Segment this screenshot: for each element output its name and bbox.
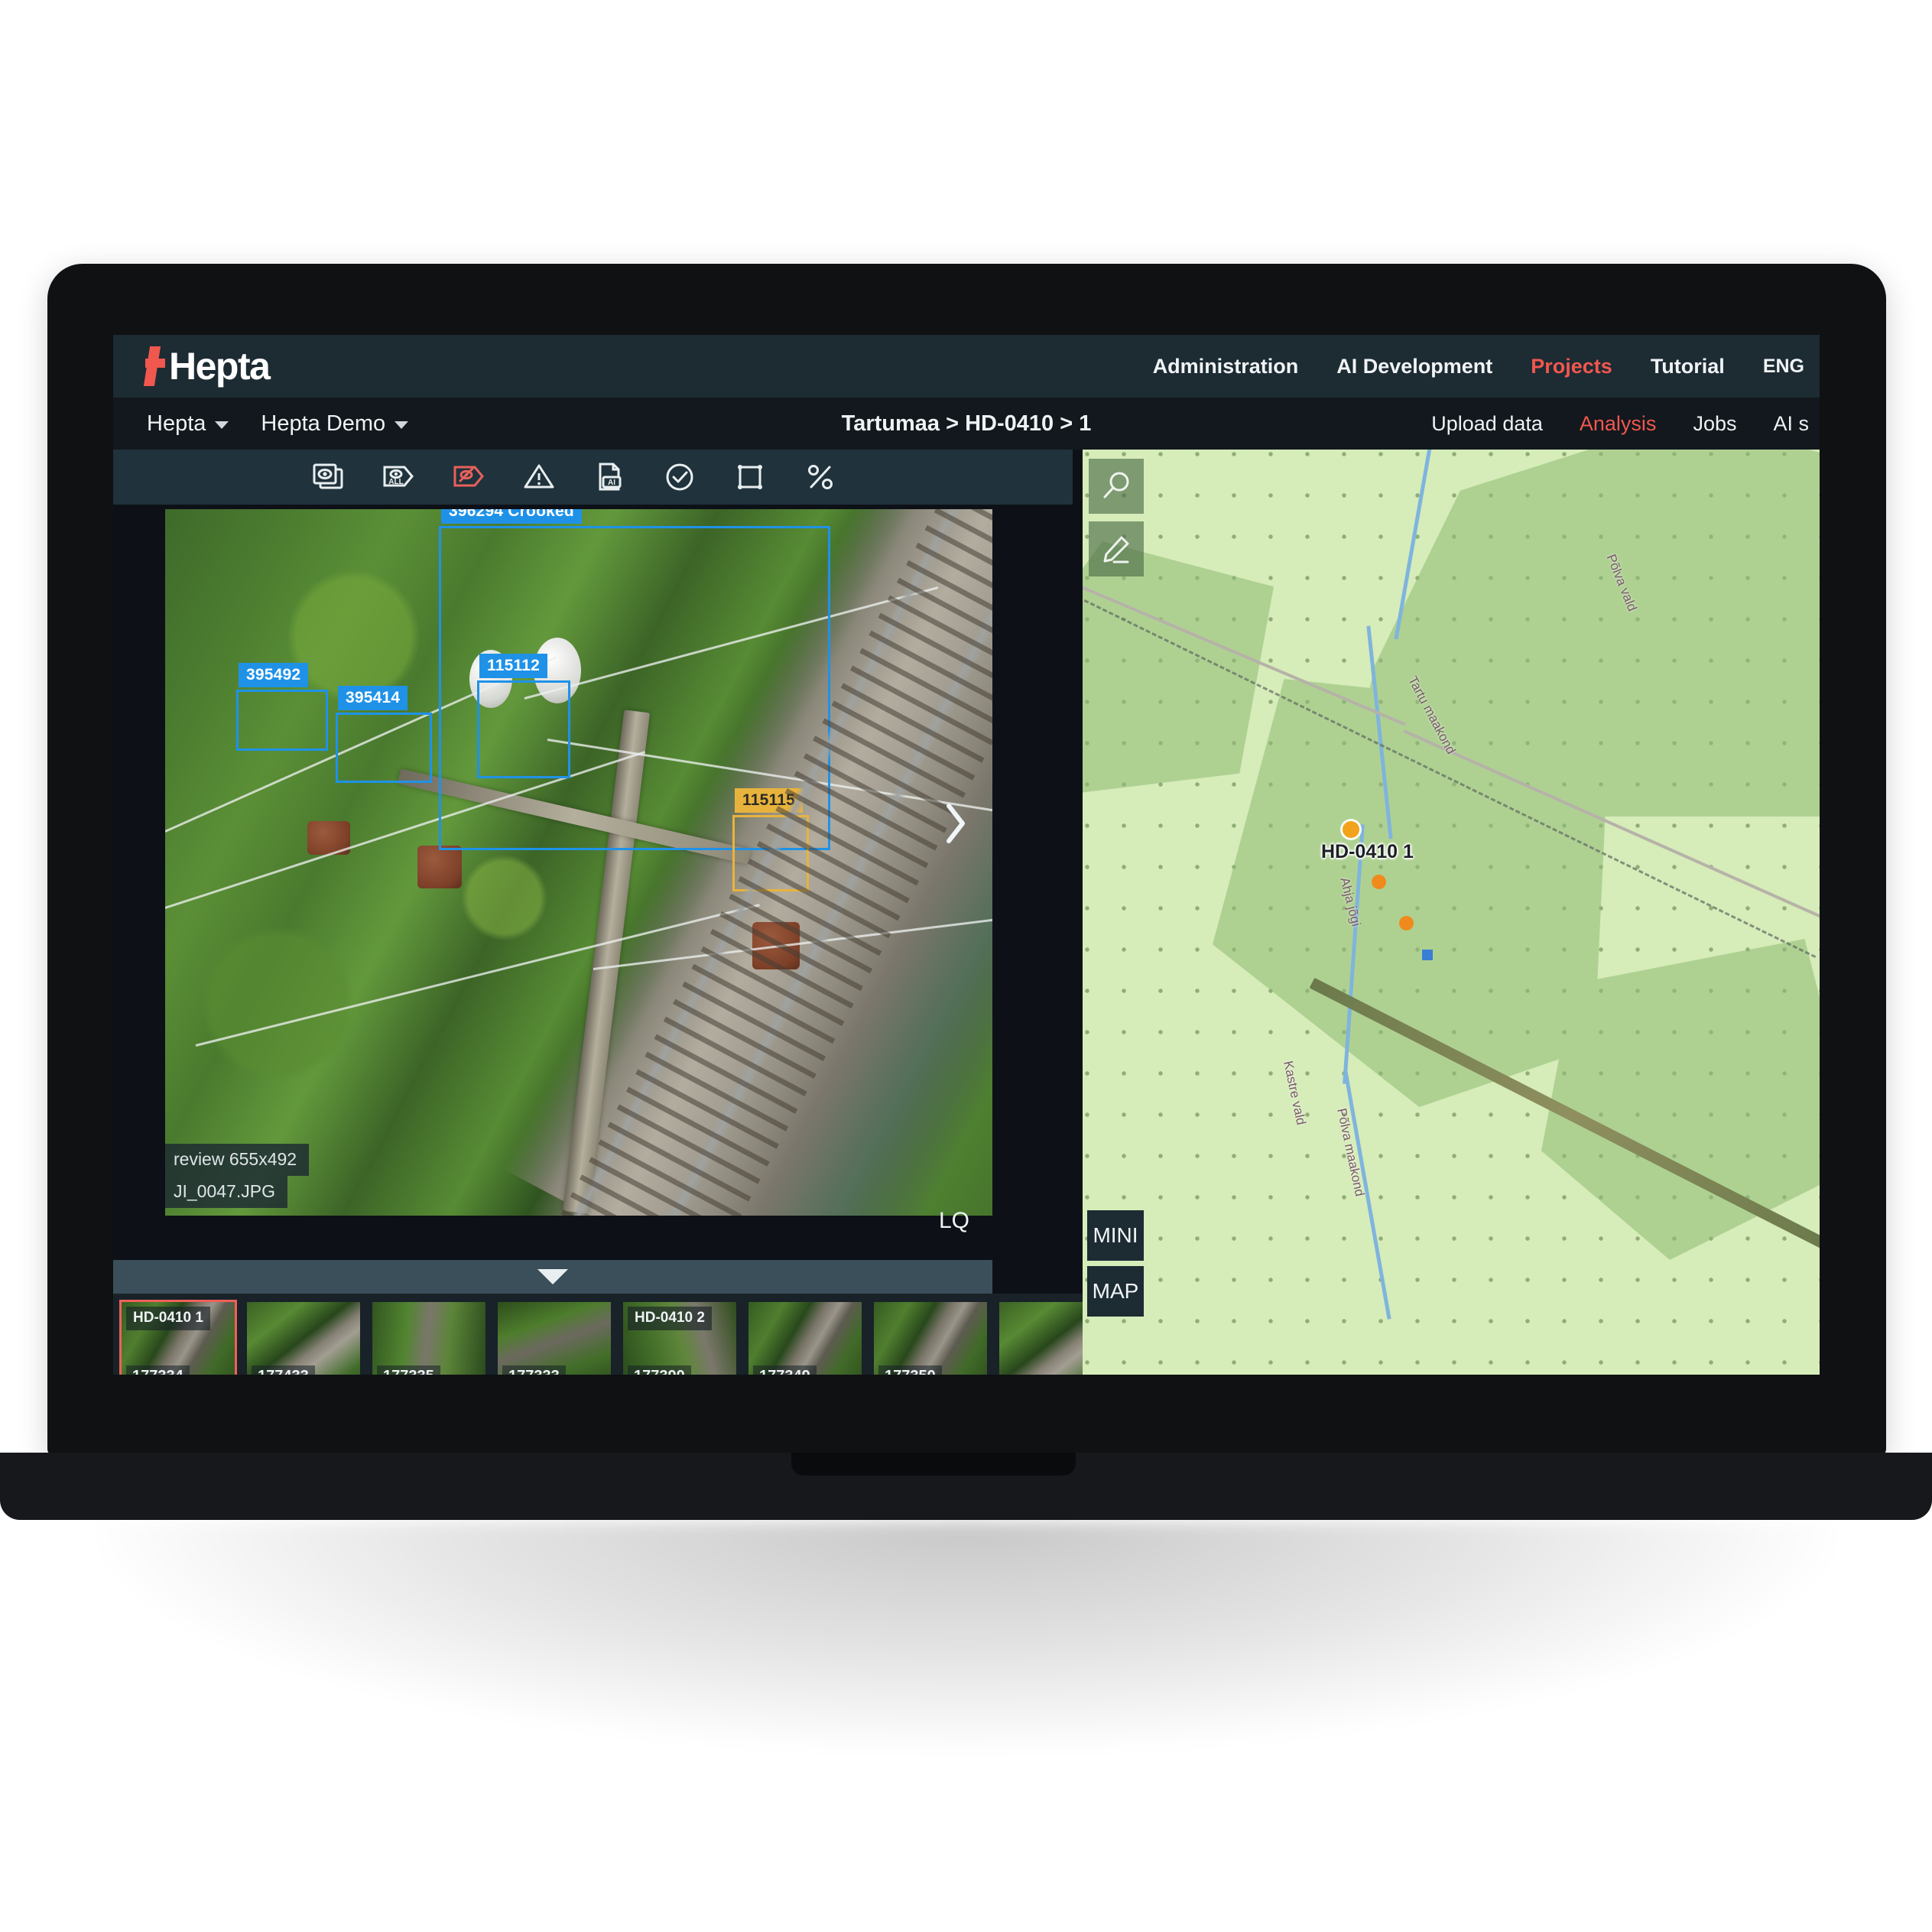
thumbnail-image [748,1302,862,1375]
insulator-brown [417,846,462,888]
map-panel[interactable]: Põlva vald Tartu maakond Ahja jõgi Kastr… [1083,450,1820,1375]
organization-dropdown[interactable]: Hepta [147,411,229,437]
image-quality-badge[interactable]: LQ [939,1208,969,1234]
insulator-brown [752,922,800,969]
top-navigation-links: Administration AI Development Projects T… [1153,355,1820,378]
thumbnail-image [247,1302,360,1375]
sub-navigation-links: Upload data Analysis Jobs AI s [1431,412,1820,436]
project-dropdown-label: Hepta Demo [261,411,386,436]
nav-item-projects[interactable]: Projects [1531,355,1612,378]
laptop-scene: Hepta Administration AI Development Proj… [0,0,1932,1932]
hepta-logo[interactable]: Hepta [145,335,271,398]
sub-navigation-bar: Hepta Hepta Demo Tartumaa > HD-0410 > 1 … [113,398,1820,450]
subnav-item-analysis[interactable]: Analysis [1580,412,1657,436]
hide-labels-icon[interactable] [451,459,486,495]
thumbnail-item[interactable]: 177349 [746,1300,864,1375]
thumbnail-id-label: 177433 [252,1365,315,1375]
thumbnail-image [372,1302,485,1375]
power-wire [524,586,939,700]
thumbnail-id-label: 177390 [628,1365,691,1375]
image-filename-label: JI_0047.JPG [165,1176,287,1208]
project-dropdown[interactable]: Hepta Demo [261,411,409,437]
map-tree-texture [1083,450,1820,1375]
annotation-label[interactable]: 396294 Crooked [441,509,582,524]
annotation-label[interactable]: 395414 [338,686,408,710]
subnav-item-jobs[interactable]: Jobs [1693,412,1736,436]
hepta-logo-text: Hepta [169,345,271,388]
power-wire [195,904,760,1047]
image-viewer-panel: ALL AI 396294 Crooked 395492 395414 1151… [113,450,1073,1375]
svg-text:ALL: ALL [388,478,403,486]
thumbnail-id-label: 177349 [753,1365,817,1375]
map-marker[interactable] [1399,916,1414,930]
thumbnail-item[interactable]: HD-0410 1 177334 [119,1300,237,1375]
panel-collapse-bar[interactable] [113,1260,992,1294]
hepta-logo-mark-icon [145,346,168,386]
nav-item-tutorial[interactable]: Tutorial [1651,355,1725,378]
map-marker-label: HD-0410 1 [1321,841,1414,862]
thumbnail-strip[interactable]: HD-0410 1 177334 177433 177335 177333 HD-0410… [113,1294,1199,1375]
ai-document-icon[interactable]: AI [592,459,627,495]
nav-item-language[interactable]: ENG [1763,356,1804,378]
thumbnail-item[interactable]: 177350 [872,1300,989,1375]
subnav-item-upload-data[interactable]: Upload data [1431,412,1543,436]
map-search-tool[interactable] [1089,459,1144,514]
percent-icon[interactable] [803,459,838,495]
bounding-box-icon[interactable] [732,459,768,495]
viewer-toolbar: ALL AI [113,450,1073,505]
annotation-label[interactable]: 395492 [239,663,309,687]
subnav-item-ai-settings[interactable]: AI s [1773,412,1809,436]
laptop-notch [791,1453,1076,1476]
thumbnail-id-label: 177350 [878,1365,942,1375]
svg-text:AI: AI [608,479,615,487]
thumbnail-item[interactable]: 177333 [495,1300,613,1375]
nav-item-administration[interactable]: Administration [1153,355,1299,378]
chevron-down-icon [537,1269,568,1284]
thumbnail-item[interactable]: 177433 [245,1300,362,1375]
chevron-down-icon [395,421,409,429]
map-map-button[interactable]: MAP [1087,1266,1144,1317]
laptop-screen: Hepta Administration AI Development Proj… [113,335,1820,1375]
show-all-labels-icon[interactable]: ALL [381,459,416,495]
show-images-icon[interactable] [310,459,346,495]
organization-dropdown-label: Hepta [147,411,206,436]
map-marker-end[interactable] [1422,950,1433,960]
thumbnail-image [874,1302,987,1375]
check-circle-icon[interactable] [662,459,697,495]
next-image-button[interactable] [934,797,976,850]
thumbnail-id-label: 177333 [502,1365,566,1375]
top-navigation-bar: Hepta Administration AI Development Proj… [113,335,1820,398]
thumbnail-item[interactable]: HD-0410 2 177390 [621,1300,739,1375]
nav-item-ai-development[interactable]: AI Development [1336,355,1492,378]
aerial-photo: 396294 Crooked 395492 395414 115112 115115 r… [165,509,992,1216]
thumbnail-image [498,1302,611,1375]
thumbnail-item[interactable]: 177335 [370,1300,488,1375]
annotation-box[interactable]: 395492 [236,663,328,751]
power-wire [593,910,992,970]
map-marker[interactable] [1372,875,1386,889]
map-draw-tool[interactable] [1089,521,1144,576]
defect-warning-icon[interactable] [521,459,557,495]
map-marker-selected[interactable] [1343,821,1359,838]
map-canvas[interactable]: Põlva vald Tartu maakond Ahja jõgi Kastr… [1083,450,1820,1375]
thumbnail-group-label: HD-0410 2 [628,1307,712,1330]
thumbnail-id-label: 177335 [377,1365,440,1375]
thumbnail-id-label: 177334 [126,1365,190,1375]
annotation-label[interactable]: 115115 [735,788,803,813]
thumbnail-group-label: HD-0410 1 [126,1307,210,1330]
image-stage[interactable]: 396294 Crooked 395492 395414 115112 115115 r… [113,505,992,1260]
preview-resolution-label: review 655x492 [165,1144,310,1176]
chevron-down-icon [215,421,229,429]
sub-navigation-selectors: Hepta Hepta Demo [147,411,409,437]
map-mini-button[interactable]: MINI [1087,1210,1144,1261]
laptop-shadow [99,1521,1835,1751]
hepta-app: Hepta Administration AI Development Proj… [113,335,1820,1375]
